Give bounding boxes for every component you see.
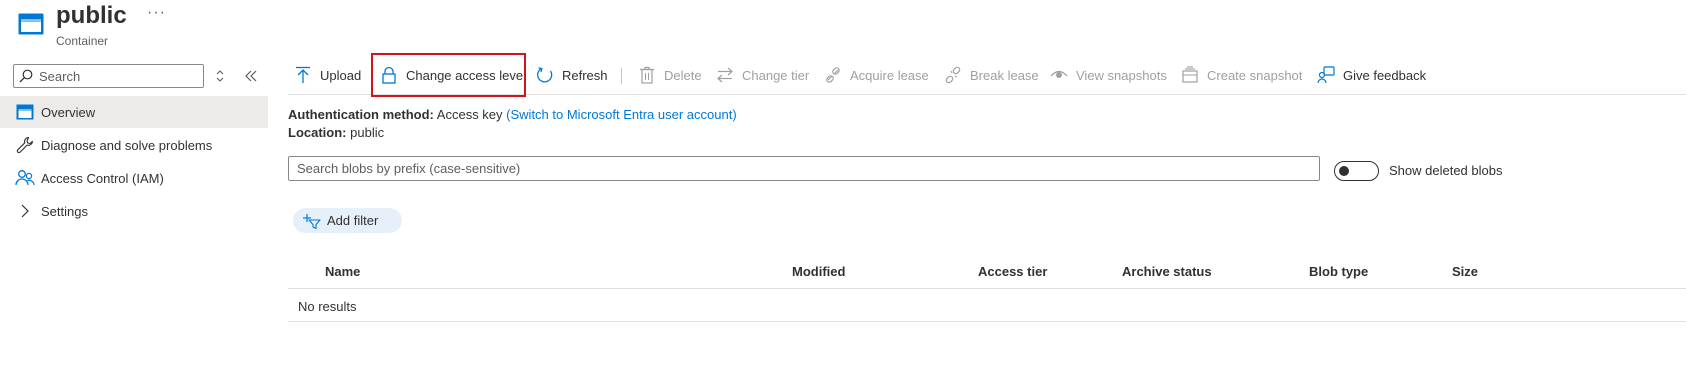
column-header-blob-type[interactable]: Blob type xyxy=(1309,264,1368,279)
toggle-knob xyxy=(1339,166,1349,176)
column-header-archive-status[interactable]: Archive status xyxy=(1122,264,1212,279)
more-options-icon[interactable]: ··· xyxy=(147,4,166,22)
create-snapshot-button[interactable]: Create snapshot xyxy=(1181,62,1302,88)
auth-method-value: Access key xyxy=(436,107,503,122)
sidebar-item-label: Access Control (IAM) xyxy=(41,170,164,186)
upload-label: Upload xyxy=(320,67,362,83)
expand-collapse-icon[interactable] xyxy=(214,68,226,84)
page-title: public xyxy=(56,2,127,29)
toolbar-divider xyxy=(621,68,622,84)
upload-button[interactable]: Upload xyxy=(294,62,361,88)
change-access-level-label: Change access level xyxy=(406,67,526,83)
command-bar: Upload Change access level Refresh Delet… xyxy=(288,56,1686,94)
column-header-name[interactable]: Name xyxy=(325,264,360,279)
show-deleted-label: Show deleted blobs xyxy=(1389,163,1503,178)
table-bottom-divider xyxy=(288,321,1686,322)
refresh-label: Refresh xyxy=(562,67,608,83)
show-deleted-toggle[interactable] xyxy=(1334,161,1379,181)
delete-button[interactable]: Delete xyxy=(638,62,702,88)
create-snapshot-label: Create snapshot xyxy=(1207,67,1303,83)
container-icon xyxy=(15,102,35,122)
lock-icon xyxy=(382,66,396,84)
swap-arrows-icon xyxy=(717,67,733,83)
chevron-right-icon xyxy=(15,201,35,221)
change-access-level-button[interactable]: Change access level xyxy=(380,62,526,88)
change-tier-button[interactable]: Change tier xyxy=(716,62,809,88)
sidebar-item-overview[interactable]: Overview xyxy=(0,96,268,128)
search-icon xyxy=(19,69,33,83)
sidebar-item-label: Diagnose and solve problems xyxy=(41,137,213,153)
delete-label: Delete xyxy=(664,67,702,83)
blob-search-input[interactable] xyxy=(289,157,1319,180)
upload-icon xyxy=(296,66,310,83)
refresh-icon xyxy=(537,67,553,83)
refresh-button[interactable]: Refresh xyxy=(536,62,608,88)
auth-method-key: Authentication method: xyxy=(288,107,434,122)
location-key: Location: xyxy=(288,125,347,140)
view-snapshots-label: View snapshots xyxy=(1076,67,1167,83)
snapshot-icon xyxy=(1182,66,1198,83)
column-header-size[interactable]: Size xyxy=(1452,264,1478,279)
change-tier-label: Change tier xyxy=(742,67,810,83)
toolbar-divider-line xyxy=(288,94,1686,95)
trash-icon xyxy=(640,66,654,84)
sidebar: Overview Diagnose and solve problems Acc… xyxy=(0,60,268,377)
give-feedback-button[interactable]: Give feedback xyxy=(1317,62,1426,88)
blob-search-box[interactable] xyxy=(288,156,1320,181)
location-value: public xyxy=(350,125,385,140)
sidebar-item-access-control[interactable]: Access Control (IAM) xyxy=(0,162,268,194)
table-header-divider xyxy=(288,288,1686,289)
give-feedback-label: Give feedback xyxy=(1343,67,1427,83)
container-icon xyxy=(18,13,44,35)
wrench-icon xyxy=(15,135,35,155)
acquire-lease-label: Acquire lease xyxy=(850,67,929,83)
empty-table-message: No results xyxy=(298,299,357,314)
page-header: public ··· Container xyxy=(0,0,1686,60)
sidebar-item-diagnose[interactable]: Diagnose and solve problems xyxy=(0,129,268,161)
view-snapshots-button[interactable]: View snapshots xyxy=(1050,62,1167,88)
people-icon xyxy=(15,168,35,188)
sidebar-item-settings[interactable]: Settings xyxy=(0,195,268,227)
feedback-icon xyxy=(1317,66,1335,84)
collapse-sidebar-icon[interactable] xyxy=(244,68,258,84)
switch-auth-link[interactable]: (Switch to Microsoft Entra user account) xyxy=(506,107,736,122)
add-filter-button[interactable]: Add filter xyxy=(293,208,402,233)
auth-method-row: Authentication method: Access key (Switc… xyxy=(288,107,737,122)
link-icon xyxy=(826,67,840,83)
broken-link-icon xyxy=(945,66,961,84)
column-header-modified[interactable]: Modified xyxy=(792,264,845,279)
location-row: Location: public xyxy=(288,125,384,140)
sidebar-item-label: Overview xyxy=(41,104,96,120)
column-header-access-tier[interactable]: Access tier xyxy=(978,264,1047,279)
page-subtitle: Container xyxy=(56,34,109,48)
add-filter-label: Add filter xyxy=(327,213,379,228)
break-lease-button[interactable]: Break lease xyxy=(944,62,1039,88)
break-lease-label: Break lease xyxy=(970,67,1039,83)
acquire-lease-button[interactable]: Acquire lease xyxy=(824,62,929,88)
sidebar-search-box[interactable] xyxy=(13,64,204,88)
add-filter-icon xyxy=(303,213,321,229)
sidebar-search-input[interactable] xyxy=(39,68,199,84)
sidebar-item-label: Settings xyxy=(41,203,88,219)
eye-icon xyxy=(1050,70,1068,78)
